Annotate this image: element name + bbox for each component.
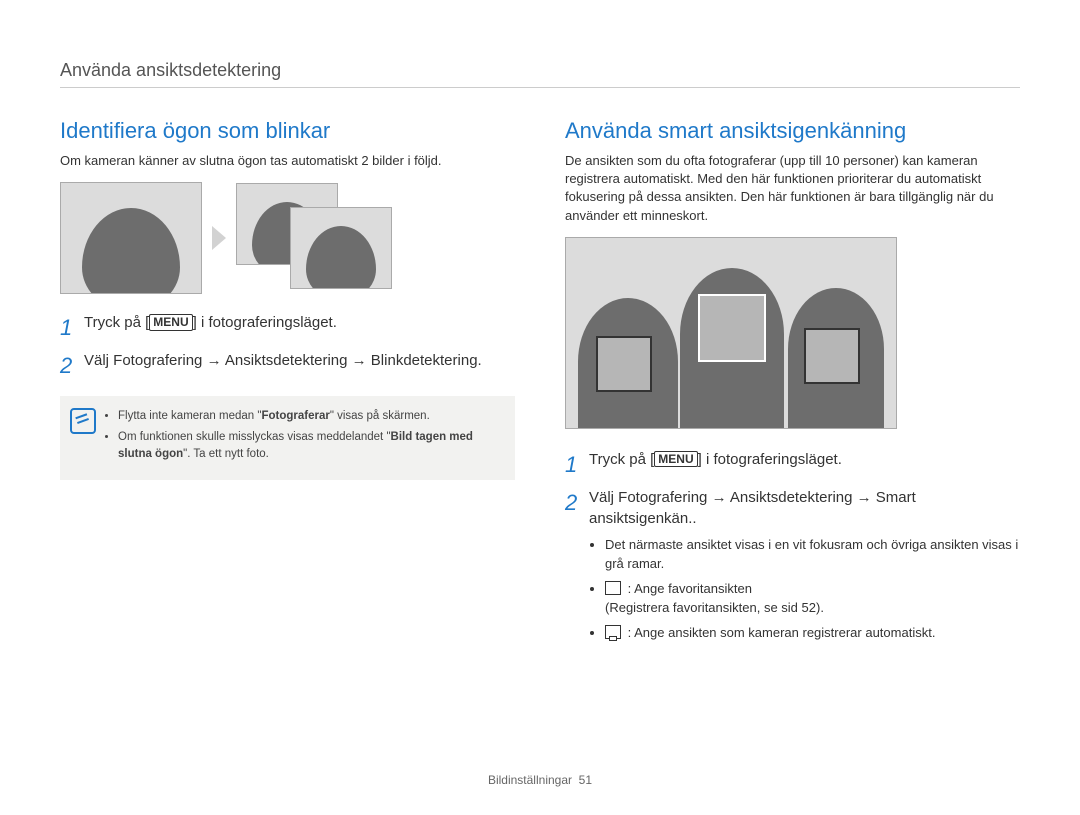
detail-list: Det närmaste ansiktet visas i en vit fok… (589, 536, 1020, 642)
d2-sub: (Registrera favoritansikten, se sid 52). (605, 600, 824, 615)
step1-pre: Tryck på [ (84, 314, 149, 331)
right-intro: De ansikten som du ofta fotograferar (up… (565, 152, 1020, 225)
note1-bold: Fotograferar (261, 410, 329, 422)
note1-pre: Flytta inte kameran medan " (118, 410, 261, 422)
step2-text: Välj Fotografering → Ansiktsdetektering … (84, 350, 482, 372)
menu-key-icon: MENU (149, 314, 192, 330)
note-item: Flytta inte kameran medan "Fotograferar"… (118, 408, 501, 425)
right-step-1: 1 Tryck på [MENU] i fotograferingsläget. (565, 449, 1020, 481)
rstep1-pre: Tryck på [ (589, 451, 654, 468)
step-number: 1 (60, 312, 74, 344)
note-box: Flytta inte kameran medan "Fotograferar"… (60, 396, 515, 480)
menu-key-icon: MENU (654, 451, 697, 467)
left-heading: Identifiera ögon som blinkar (60, 118, 515, 144)
rstep2-text: Välj Fotografering → Ansiktsdetektering … (589, 487, 1020, 531)
d2-label: : Ange favoritansikten (628, 581, 752, 596)
detail-item: Det närmaste ansiktet visas i en vit fok… (605, 536, 1020, 574)
d3-label: : Ange ansikten som kameran registrerar … (628, 625, 936, 640)
note1-post: " visas på skärmen. (330, 410, 430, 422)
footer-page-number: 51 (579, 773, 592, 787)
detail-item: : Ange ansikten som kameran registrerar … (605, 624, 1020, 643)
favorite-frame-icon (605, 581, 621, 595)
blink-photo-closed (60, 182, 202, 294)
arrow-icon (212, 226, 226, 250)
step-number: 2 (60, 350, 74, 382)
right-column: Använda smart ansiktsigenkänning De ansi… (565, 118, 1020, 648)
note2-post: ". Ta ett nytt foto. (183, 448, 269, 460)
smart-face-figure (565, 237, 897, 429)
step-number: 2 (565, 487, 579, 519)
rstep1-post: ] i fotograferingsläget. (698, 451, 842, 468)
page-footer: Bildinställningar 51 (0, 773, 1080, 787)
focus-frame-gray (804, 328, 860, 384)
auto-frame-icon (605, 625, 621, 639)
left-intro: Om kameran känner av slutna ögon tas aut… (60, 152, 515, 170)
note-item: Om funktionen skulle misslyckas visas me… (118, 429, 501, 464)
footer-section: Bildinställningar (488, 773, 572, 787)
blink-photo-result-2 (290, 207, 392, 289)
detail-item: : Ange favoritansikten (Registrera favor… (605, 580, 1020, 618)
focus-frame-gray (596, 336, 652, 392)
chapter-header: Använda ansiktsdetektering (60, 60, 1020, 88)
right-step-2: 2 Välj Fotografering → Ansiktsdetekterin… (565, 487, 1020, 531)
note2-pre: Om funktionen skulle misslyckas visas me… (118, 431, 391, 443)
left-step-1: 1 Tryck på [MENU] i fotograferingsläget. (60, 312, 515, 344)
step-number: 1 (565, 449, 579, 481)
right-heading: Använda smart ansiktsigenkänning (565, 118, 1020, 144)
left-column: Identifiera ögon som blinkar Om kameran … (60, 118, 515, 648)
blink-figure (60, 182, 515, 294)
step1-post: ] i fotograferingsläget. (193, 314, 337, 331)
note-icon (70, 408, 96, 434)
focus-frame-white (698, 294, 766, 362)
left-step-2: 2 Välj Fotografering → Ansiktsdetekterin… (60, 350, 515, 382)
